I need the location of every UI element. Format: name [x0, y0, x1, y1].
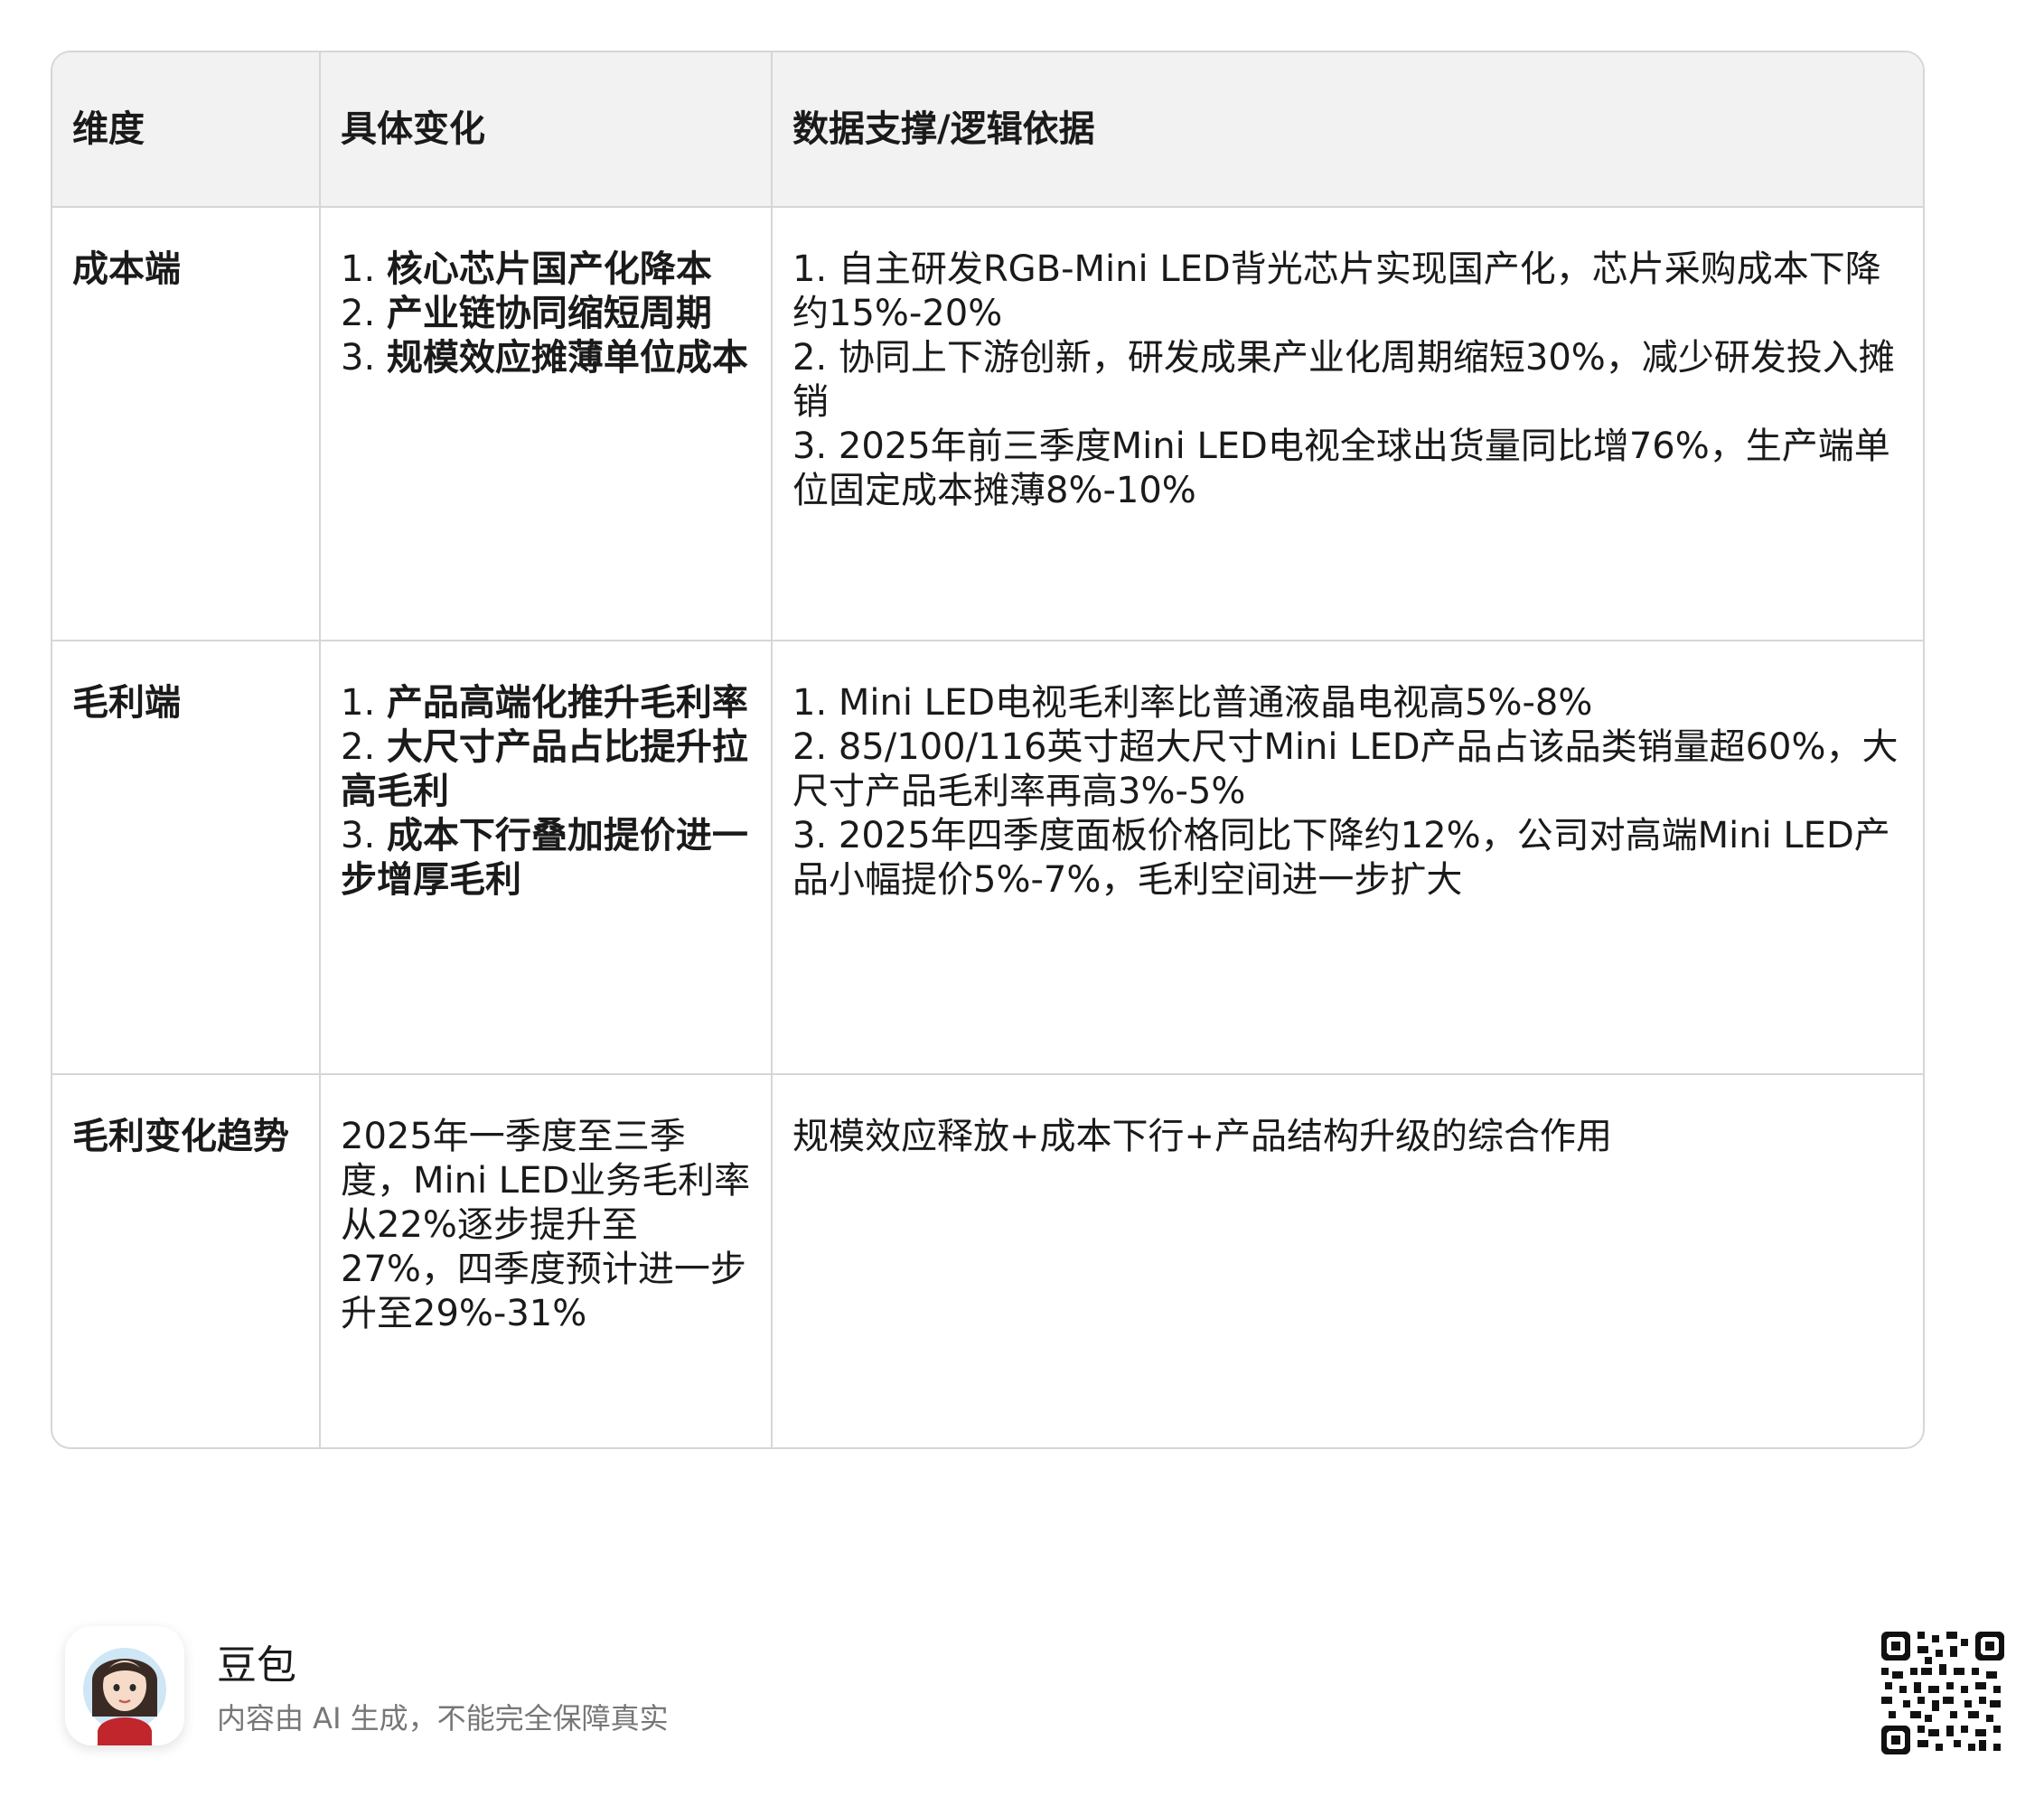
change-item: 3. 成本下行叠加提价进一步增厚毛利 [341, 815, 748, 901]
qr-code-icon [1881, 1632, 2004, 1754]
row-evidence: 1. Mini LED电视毛利率比普通液晶电视高5%-8% 2. 85/100/… [772, 641, 1923, 1075]
data-table: 维度 具体变化 数据支撑/逻辑依据 成本端 1. 核心芯片国产化降本 2. 产业… [51, 51, 1925, 1449]
avatar-icon [65, 1626, 184, 1745]
row-changes: 1. 核心芯片国产化降本 2. 产业链协同缩短周期 3. 规模效应摊薄单位成本 [320, 207, 773, 641]
change-item: 1. 核心芯片国产化降本 [341, 248, 712, 290]
table-header-row: 维度 具体变化 数据支撑/逻辑依据 [52, 52, 1923, 208]
change-item: 2. 大尺寸产品占比提升拉高毛利 [341, 726, 748, 812]
comparison-table: 维度 具体变化 数据支撑/逻辑依据 成本端 1. 核心芯片国产化降本 2. 产业… [52, 52, 1923, 1447]
table-row: 毛利端 1. 产品高端化推升毛利率 2. 大尺寸产品占比提升拉高毛利 3. 成本… [52, 641, 1923, 1075]
change-item: 3. 规模效应摊薄单位成本 [341, 337, 748, 379]
disclaimer-text: 内容由 AI 生成，不能完全保障真实 [217, 1701, 669, 1735]
table-row: 毛利变化趋势 2025年一季度至三季度，Mini LED业务毛利率从22%逐步提… [52, 1074, 1923, 1447]
header-dimension: 维度 [52, 52, 321, 208]
app-name: 豆包 [217, 1642, 296, 1689]
row-dimension: 成本端 [52, 207, 321, 641]
row-evidence: 规模效应释放+成本下行+产品结构升级的综合作用 [792, 1116, 1613, 1157]
row-dimension: 毛利变化趋势 [52, 1074, 321, 1447]
evidence-item: 3. 2025年四季度面板价格同比下降约12%，公司对高端Mini LED产品小… [792, 815, 1890, 901]
row-changes: 1. 产品高端化推升毛利率 2. 大尺寸产品占比提升拉高毛利 3. 成本下行叠加… [320, 641, 773, 1075]
row-changes: 2025年一季度至三季度，Mini LED业务毛利率从22%逐步提升至27%，四… [320, 1074, 773, 1447]
evidence-item: 3. 2025年前三季度Mini LED电视全球出货量同比增76%，生产端单位固… [792, 426, 1890, 511]
row-dimension: 毛利端 [52, 641, 321, 1075]
row-evidence: 1. 自主研发RGB-Mini LED背光芯片实现国产化，芯片采购成本下降约15… [772, 207, 1923, 641]
evidence-item: 1. Mini LED电视毛利率比普通液晶电视高5%-8% [792, 682, 1593, 724]
evidence-item: 2. 协同上下游创新，研发成果产业化周期缩短30%，减少研发投入摊销 [792, 337, 1895, 423]
header-evidence: 数据支撑/逻辑依据 [772, 52, 1923, 208]
change-item: 1. 产品高端化推升毛利率 [341, 682, 748, 724]
change-item: 2. 产业链协同缩短周期 [341, 293, 712, 334]
table-row: 成本端 1. 核心芯片国产化降本 2. 产业链协同缩短周期 3. 规模效应摊薄单… [52, 207, 1923, 641]
evidence-item: 2. 85/100/116英寸超大尺寸Mini LED产品占该品类销量超60%，… [792, 726, 1899, 812]
evidence-item: 1. 自主研发RGB-Mini LED背光芯片实现国产化，芯片采购成本下降约15… [792, 248, 1881, 334]
header-changes: 具体变化 [320, 52, 773, 208]
